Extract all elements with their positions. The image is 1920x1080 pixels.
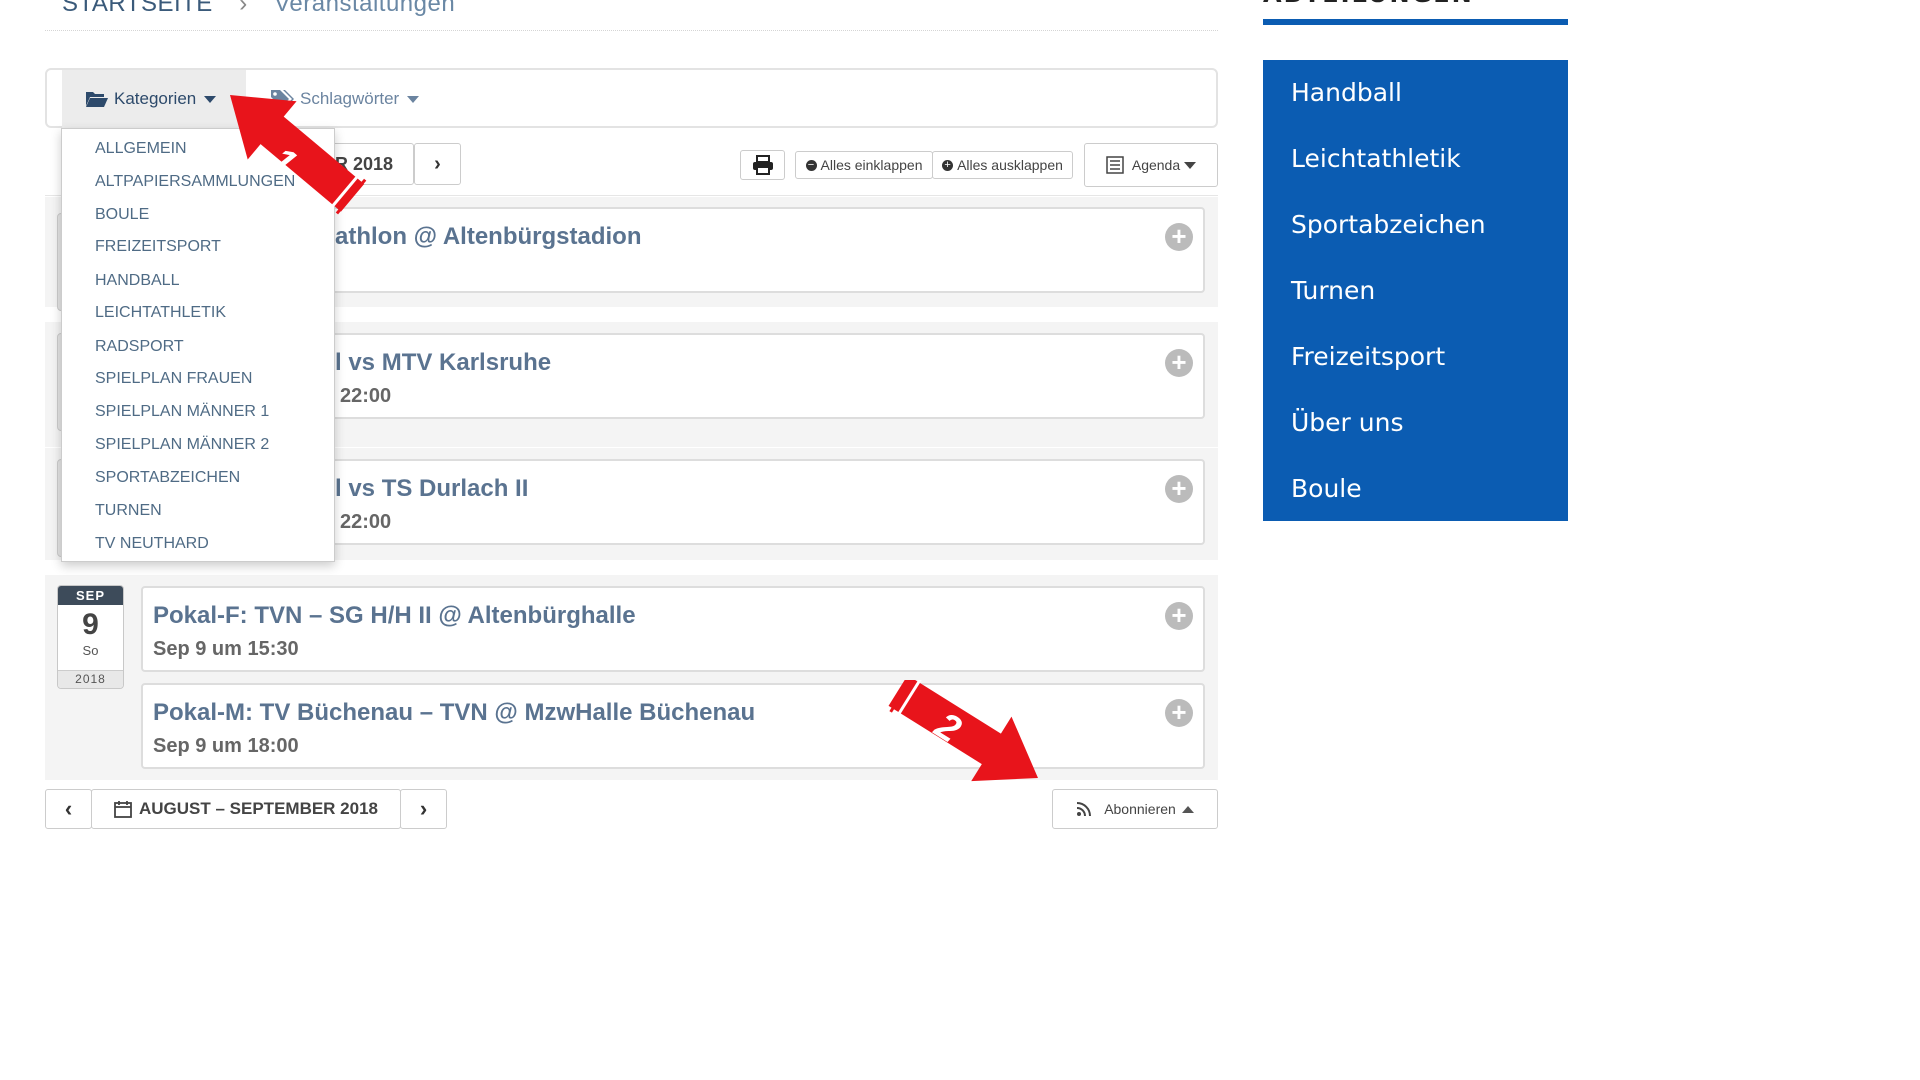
sidebar-menu: Handball Leichtathletik Sportabzeichen T… (1263, 60, 1568, 521)
calendar-icon (114, 801, 132, 818)
expand-all-button[interactable]: + Alles ausklappen (932, 151, 1073, 179)
sidebar-item-turnen[interactable]: Turnen (1291, 276, 1375, 305)
view-mode-label: Agenda (1131, 157, 1181, 173)
sidebar-item-handball[interactable]: Handball (1291, 78, 1402, 107)
category-item[interactable]: Boule (95, 206, 149, 224)
sidebar-item-leichtathletik[interactable]: Leichtathletik (1291, 144, 1461, 173)
breadcrumb-separator: › (239, 0, 248, 17)
expand-event-icon[interactable]: + (1165, 602, 1193, 630)
category-item[interactable]: Radsport (95, 338, 184, 356)
categories-label: Kategorien (114, 89, 197, 108)
date-badge: SEP 9 So 2018 (57, 585, 124, 689)
event-time: Sep 9 um 15:30 (153, 638, 299, 660)
breadcrumb-home-link[interactable]: STARTSEITE (62, 0, 213, 17)
sidebar-heading-underline (1263, 19, 1568, 25)
sidebar-heading-wrap: ABTEILUNGEN (1263, 0, 1568, 10)
caret-down-icon (1184, 161, 1197, 169)
date-badge-year: 2018 (58, 670, 123, 688)
chevron-right-icon: › (434, 152, 441, 175)
category-item[interactable]: Spielplan Frauen (95, 370, 252, 388)
category-item[interactable]: Spielplan Männer 1 (95, 403, 269, 421)
annotation-arrow-2 (888, 680, 1038, 782)
caret-up-icon (1181, 805, 1194, 813)
expand-event-icon[interactable]: + (1165, 223, 1193, 251)
caret-down-icon (204, 95, 217, 103)
date-range-label: AUGUST – SEPTEMBER 2018 (138, 799, 378, 818)
next-month-button[interactable]: › (414, 143, 461, 185)
date-badge-month: SEP (58, 586, 123, 605)
sidebar-item-sportabzeichen[interactable]: Sportabzeichen (1291, 210, 1486, 239)
next-range-button[interactable]: › (400, 789, 447, 829)
annotation-arrow-1 (230, 95, 367, 215)
event-title[interactable]: l vs TS Durlach II (335, 475, 528, 503)
event-title[interactable]: l vs MTV Karlsruhe (335, 349, 551, 377)
minus-circle-icon: − (805, 159, 817, 171)
expand-all-label: Alles ausklappen (957, 157, 1063, 173)
collapse-all-label: Alles einklappen (820, 157, 923, 173)
list-view-icon (1106, 156, 1124, 174)
folder-open-icon (86, 92, 108, 107)
expand-event-icon[interactable]: + (1165, 475, 1193, 503)
plus-circle-icon: + (942, 159, 954, 171)
sidebar-item-boule[interactable]: Boule (1291, 474, 1362, 503)
chevron-left-icon: ‹ (64, 796, 73, 821)
view-mode-dropdown[interactable]: Agenda (1084, 143, 1218, 187)
rss-icon (1077, 802, 1092, 817)
category-item[interactable]: Turnen (95, 502, 162, 520)
chevron-right-icon: › (419, 796, 428, 821)
prev-range-button[interactable]: ‹ (45, 789, 92, 829)
categories-dropdown-button[interactable]: Kategorien (62, 70, 246, 128)
sidebar-item-ueber-uns[interactable]: Über uns (1291, 408, 1404, 437)
category-item[interactable]: Allgemein (95, 140, 187, 158)
caret-down-icon (407, 95, 420, 103)
event-title[interactable]: Pokal-M: TV Büchenau – TVN @ MzwHalle Bü… (153, 699, 755, 727)
event-time: 22:00 (340, 511, 392, 533)
collapse-all-button[interactable]: − Alles einklappen (795, 151, 933, 179)
expand-event-icon[interactable]: + (1165, 349, 1193, 377)
breadcrumb-divider (45, 30, 1218, 31)
category-item[interactable]: TV Neuthard (95, 535, 209, 553)
category-item[interactable]: Spielplan Männer 2 (95, 436, 269, 454)
category-item[interactable]: Handball (95, 272, 179, 290)
event-card[interactable]: Pokal-F: TVN – SG H/H II @ Altenbürghall… (141, 586, 1205, 672)
date-range-button[interactable]: AUGUST – SEPTEMBER 2018 (91, 789, 401, 829)
date-badge-day: 9 (82, 608, 99, 641)
expand-event-icon[interactable]: + (1165, 699, 1193, 727)
event-time: 22:00 (340, 385, 392, 407)
event-title[interactable]: athlon @ Altenbürgstadion (335, 223, 642, 251)
event-time: Sep 9 um 18:00 (153, 735, 299, 757)
breadcrumb: STARTSEITE › Veranstaltungen (62, 0, 455, 18)
event-title[interactable]: Pokal-F: TVN – SG H/H II @ Altenbürghall… (153, 602, 636, 630)
breadcrumb-current: Veranstaltungen (274, 0, 456, 17)
date-badge-weekday: So (82, 643, 99, 658)
sidebar-heading: ABTEILUNGEN (1263, 0, 1474, 8)
print-button[interactable] (740, 150, 785, 180)
printer-icon (752, 155, 773, 175)
category-item[interactable]: Freizeitsport (95, 238, 221, 256)
subscribe-button[interactable]: Abonnieren (1052, 789, 1218, 829)
category-item[interactable]: Sportabzeichen (95, 469, 240, 487)
subscribe-label: Abonnieren (1104, 801, 1176, 817)
sidebar-item-freizeitsport[interactable]: Freizeitsport (1291, 342, 1445, 371)
category-item[interactable]: Leichtathletik (95, 304, 226, 322)
